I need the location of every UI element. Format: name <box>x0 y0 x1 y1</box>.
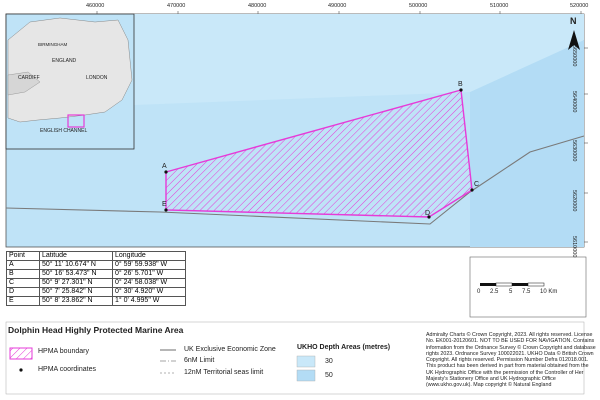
scale-tick-4: 10 Km <box>540 289 558 295</box>
inset-label-channel: ENGLISH CHANNEL <box>40 128 88 134</box>
point-label-b: B <box>458 81 463 88</box>
grid-x-label-2: 480000 <box>248 3 267 9</box>
map-figure: 460000 470000 480000 490000 500000 51000… <box>0 0 600 400</box>
legend-12nm: 12nM Territorial seas limit <box>184 369 264 376</box>
legend-hpma-boundary: HPMA boundary <box>38 348 89 355</box>
table-cell-point: E <box>6 296 40 306</box>
legend-depth-title: UKHO Depth Areas (metres) <box>297 344 391 351</box>
scale-tick-2: 5 <box>509 289 513 295</box>
scale-bar <box>480 282 545 287</box>
point-label-e: E <box>162 201 167 208</box>
legend-hpma-swatch <box>9 347 33 360</box>
legend-6nm: 6nM Limit <box>184 357 215 364</box>
grid-y-label-3: 5620000 <box>571 190 577 212</box>
table-cell-lon: 0° 59' 59.938" W <box>112 260 186 270</box>
grid-y-label-1: 5640000 <box>571 91 577 113</box>
legend-depth-30-swatch <box>296 355 316 368</box>
point-label-a: A <box>162 163 167 170</box>
table-row: C 50° 9' 27.301" N 0° 24' 58.038" W <box>6 278 186 288</box>
grid-x-label-5: 510000 <box>490 3 509 9</box>
vertex-a <box>164 170 168 174</box>
grid-y-label-0: 5650000 <box>571 45 577 67</box>
grid-x-label-6: 520000 <box>570 3 589 9</box>
legend-hpma-coordinates: HPMA coordinates <box>38 366 96 373</box>
inset-label-cardiff: CARDIFF <box>18 75 40 81</box>
inset-label-england: ENGLAND <box>52 58 77 64</box>
table-row: D 50° 7' 25.842" N 0° 30' 4.920" W <box>6 287 186 297</box>
legend-depth-30: 30 <box>325 358 333 365</box>
grid-x-label-4: 500000 <box>409 3 428 9</box>
table-row: B 50° 16' 53.473" N 0° 26' 5.701" W <box>6 269 186 279</box>
legend-depth-50: 50 <box>325 372 333 379</box>
grid-x-label-1: 470000 <box>167 3 186 9</box>
legend-point-swatch <box>19 368 23 372</box>
legend-eez: UK Exclusive Economic Zone <box>184 346 276 353</box>
table-header-row: Point Latitude Longitude <box>6 251 186 261</box>
table-cell-lon: 1° 0' 4.995" W <box>112 296 186 306</box>
grid-y-label-4: 5610000 <box>571 236 577 258</box>
copyright-text: Admiralty Charts © Crown Copyright, 2023… <box>426 332 596 389</box>
table-cell-lon: 0° 30' 4.920" W <box>112 287 186 297</box>
legend-depth-50-swatch <box>296 369 316 382</box>
vertex-b <box>459 88 463 92</box>
table-cell-lat: 50° 11' 10.674" N <box>39 260 113 270</box>
scale-bar-box <box>469 256 587 318</box>
inset-label-london: LONDON <box>86 75 108 81</box>
grid-y-label-2: 5630000 <box>571 140 577 162</box>
table-row: A 50° 11' 10.674" N 0° 59' 59.938" W <box>6 260 186 270</box>
vertex-c <box>470 188 474 192</box>
table-cell-lat: 50° 9' 27.301" N <box>39 278 113 288</box>
scale-tick-1: 2.5 <box>490 289 499 295</box>
table-row: E 50° 8' 23.862" N 1° 0' 4.995" W <box>6 296 186 306</box>
grid-x-label-0: 460000 <box>86 3 105 9</box>
table-header-latitude: Latitude <box>39 251 113 261</box>
table-cell-lat: 50° 8' 23.862" N <box>39 296 113 306</box>
coordinates-table: Point Latitude Longitude A 50° 11' 10.67… <box>6 251 186 306</box>
scale-tick-3: 7.5 <box>522 289 531 295</box>
scale-tick-0: 0 <box>477 289 481 295</box>
point-label-c: C <box>474 181 480 188</box>
north-label: N <box>570 16 577 26</box>
table-cell-lat: 50° 7' 25.842" N <box>39 287 113 297</box>
inset-label-birmingham: BIRMINGHAM <box>38 42 68 47</box>
table-cell-lat: 50° 16' 53.473" N <box>39 269 113 279</box>
table-header-longitude: Longitude <box>112 251 186 261</box>
grid-x-label-3: 490000 <box>328 3 347 9</box>
table-cell-point: D <box>6 287 40 297</box>
point-label-d: D <box>425 210 431 217</box>
vertex-e <box>164 208 168 212</box>
table-cell-point: C <box>6 278 40 288</box>
table-cell-point: A <box>6 260 40 270</box>
map-title: Dolphin Head Highly Protected Marine Are… <box>8 325 184 335</box>
table-header-point: Point <box>6 251 40 261</box>
table-cell-point: B <box>6 269 40 279</box>
table-cell-lon: 0° 24' 58.038" W <box>112 278 186 288</box>
table-cell-lon: 0° 26' 5.701" W <box>112 269 186 279</box>
